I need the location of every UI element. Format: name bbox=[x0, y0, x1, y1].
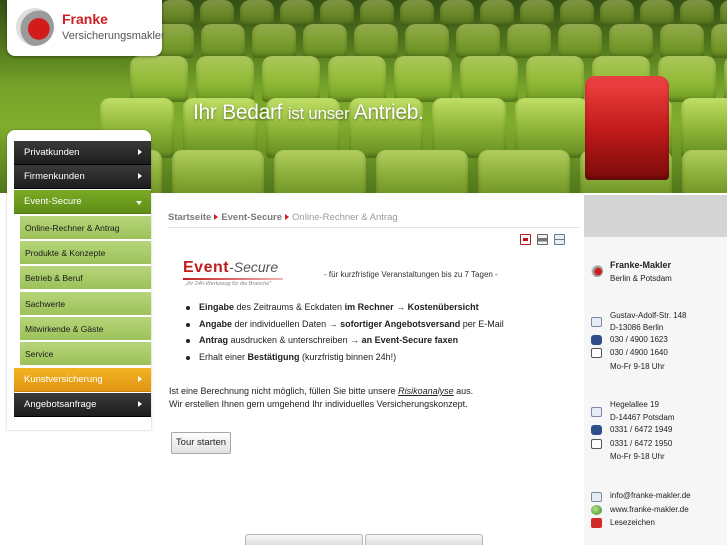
nav-item-privatkunden[interactable]: Privatkunden bbox=[14, 141, 151, 165]
address-icon bbox=[591, 407, 602, 417]
email-icon[interactable] bbox=[553, 234, 565, 245]
nav-item-label: Privatkunden bbox=[24, 147, 80, 158]
list-item: Antrag ausdrucken & unterschreiben → an … bbox=[186, 335, 504, 352]
subnav-item-mitwirkende[interactable]: Mitwirkende & Gäste bbox=[20, 317, 151, 341]
list-item: Angabe der individuellen Daten → soforti… bbox=[186, 319, 504, 336]
bottom-tab[interactable] bbox=[245, 534, 363, 545]
slogan-part-3: Antrieb. bbox=[353, 101, 424, 124]
nav-item-event-secure[interactable]: Event-Secure bbox=[14, 190, 151, 214]
nav-item-kunstversicherung[interactable]: Kunstversicherung bbox=[14, 368, 151, 392]
subnav-item-label: Produkte & Konzepte bbox=[25, 248, 106, 258]
nav-item-firmenkunden[interactable]: Firmenkunden bbox=[14, 165, 151, 189]
logo-secure-text: -Secure bbox=[229, 259, 279, 275]
sidebar-nav: Privatkunden Firmenkunden Event-Secure O… bbox=[7, 130, 151, 430]
breadcrumb-separator-icon bbox=[214, 214, 219, 220]
fax-icon bbox=[591, 439, 602, 449]
logo-subtitle: Versicherungsmakler bbox=[62, 30, 165, 42]
list-item: Eingabe des Zeitraums & Eckdaten im Rech… bbox=[186, 302, 504, 319]
phone-icon bbox=[591, 425, 602, 435]
subnav-item-label: Service bbox=[25, 349, 54, 359]
event-secure-logo: Event-Secure „Ihr 24h-Werkzeug für die B… bbox=[183, 259, 283, 287]
slogan-part-1: Ihr Bedarf bbox=[193, 101, 283, 124]
print-icon[interactable] bbox=[536, 234, 548, 245]
office2-fax: 0331 / 6472 1950 bbox=[610, 439, 673, 448]
paragraph-text: Wir erstellen Ihnen gern umgehend Ihr in… bbox=[169, 399, 468, 409]
subnav-item-online-rechner[interactable]: Online-Rechner & Antrag bbox=[20, 216, 151, 240]
event-secure-note: - für kurzfristige Veranstaltungen bis z… bbox=[324, 270, 498, 279]
bottom-tab[interactable] bbox=[365, 534, 483, 545]
main-content: Startseite Event-Secure Online-Rechner & A… bbox=[162, 195, 584, 545]
steps-list: Eingabe des Zeitraums & Eckdaten im Rech… bbox=[186, 302, 504, 368]
nav-item-label: Event-Secure bbox=[24, 196, 82, 207]
paragraph-text: aus. bbox=[453, 386, 474, 396]
nav-item-label: Firmenkunden bbox=[24, 171, 85, 182]
logo-event-text: Event bbox=[183, 259, 230, 276]
subnav-item-label: Mitwirkende & Gäste bbox=[25, 324, 104, 334]
chevron-right-icon bbox=[138, 376, 142, 382]
phone-icon bbox=[591, 335, 602, 345]
subnav-item-label: Sachwerte bbox=[25, 299, 66, 309]
nav-item-angebotsanfrage[interactable]: Angebotsanfrage bbox=[14, 393, 151, 417]
address-icon bbox=[591, 317, 602, 327]
info-paragraph: Ist eine Berechnung nicht möglich, fülle… bbox=[169, 385, 473, 411]
breadcrumb-event-secure[interactable]: Event-Secure bbox=[221, 212, 282, 223]
company-locations: Berlin & Potsdam bbox=[610, 274, 672, 283]
subnav-item-sachwerte[interactable]: Sachwerte bbox=[20, 292, 151, 316]
logo-tagline: „Ihr 24h-Werkzeug für die Branche" bbox=[185, 281, 272, 287]
office2-city: D-14467 Potsdam bbox=[610, 413, 675, 422]
divider bbox=[168, 227, 580, 228]
tour-start-button[interactable]: Tour starten bbox=[171, 432, 231, 454]
banner-slogan: Ihr Bedarf ist unser Antrieb. bbox=[193, 101, 424, 125]
mail-icon bbox=[591, 492, 602, 502]
breadcrumb-separator-icon bbox=[285, 214, 290, 220]
risikoanalyse-link[interactable]: Risikoanalyse bbox=[398, 386, 454, 396]
subnav-item-service[interactable]: Service bbox=[20, 342, 151, 366]
breadcrumb: Startseite Event-Secure Online-Rechner & A… bbox=[168, 212, 398, 223]
chevron-right-icon bbox=[138, 149, 142, 155]
logo-mark-icon bbox=[16, 8, 54, 46]
subnav-item-label: Betrieb & Beruf bbox=[25, 273, 83, 283]
slogan-part-2: ist unser bbox=[287, 104, 350, 123]
chevron-right-icon bbox=[138, 173, 142, 179]
subnav-item-betrieb[interactable]: Betrieb & Beruf bbox=[20, 266, 151, 290]
contact-email-link[interactable]: info@franke-makler.de bbox=[610, 491, 691, 500]
nav-item-label: Kunstversicherung bbox=[24, 374, 103, 385]
logo-swoosh bbox=[183, 278, 283, 280]
office1-street: Gustav-Adolf-Str. 148 bbox=[610, 311, 687, 320]
office1-fax: 030 / 4900 1640 bbox=[610, 348, 668, 357]
subnav-item-produkte[interactable]: Produkte & Konzepte bbox=[20, 241, 151, 265]
office2-hours: Mo-Fr 9-18 Uhr bbox=[610, 452, 665, 461]
chevron-down-icon bbox=[136, 201, 142, 205]
contact-website-link[interactable]: www.franke-makler.de bbox=[610, 505, 689, 514]
breadcrumb-startseite[interactable]: Startseite bbox=[168, 212, 211, 223]
subnav-item-label: Online-Rechner & Antrag bbox=[25, 223, 120, 233]
pdf-icon[interactable] bbox=[520, 234, 531, 245]
list-item: Erhalt einer Bestätigung (kurzfristig bi… bbox=[186, 352, 504, 369]
logo[interactable]: Franke Versicherungsmakler bbox=[7, 0, 165, 56]
paragraph-text: Ist eine Berechnung nicht möglich, fülle… bbox=[169, 386, 399, 396]
office1-phone[interactable]: 030 / 4900 1623 bbox=[610, 335, 668, 344]
company-logo-icon bbox=[591, 265, 603, 277]
office1-hours: Mo-Fr 9-18 Uhr bbox=[610, 362, 665, 371]
contact-header-bar bbox=[584, 195, 727, 237]
logo-name: Franke bbox=[62, 11, 108, 27]
nav-item-label: Angebotsanfrage bbox=[24, 399, 97, 410]
bookmark-link[interactable]: Lesezeichen bbox=[610, 518, 655, 527]
breadcrumb-current: Online-Rechner & Antrag bbox=[292, 212, 398, 223]
bookmark-icon bbox=[591, 518, 602, 528]
chevron-right-icon bbox=[138, 401, 142, 407]
page-tools bbox=[517, 234, 565, 248]
office2-street: Hegelallee 19 bbox=[610, 400, 659, 409]
office1-city: D-13086 Berlin bbox=[610, 323, 664, 332]
office2-phone[interactable]: 0331 / 6472 1949 bbox=[610, 425, 672, 434]
bottom-tabs bbox=[245, 534, 485, 545]
fax-icon bbox=[591, 348, 602, 358]
company-name: Franke-Makler bbox=[610, 260, 672, 270]
globe-icon bbox=[591, 505, 602, 515]
contact-sidebar: Franke-Makler Berlin & Potsdam Gustav-Ad… bbox=[584, 195, 727, 545]
